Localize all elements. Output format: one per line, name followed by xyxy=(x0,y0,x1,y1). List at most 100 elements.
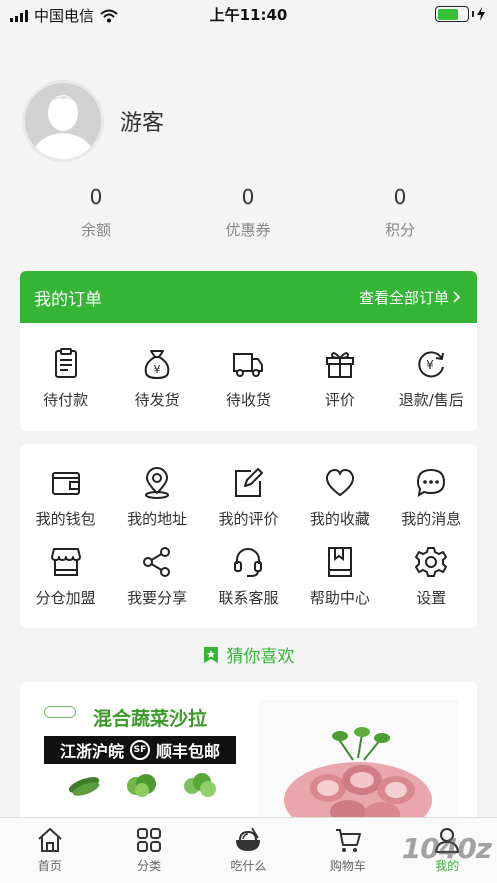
view-all-orders-link[interactable]: 查看全部订单 xyxy=(359,287,461,308)
product-grid: 混合蔬菜沙拉 江浙沪皖 SF 顺丰包邮 xyxy=(20,682,477,822)
profile-header[interactable]: 游客 xyxy=(22,80,164,162)
stat-label: 优惠券 xyxy=(225,221,271,239)
refund-icon: ¥ xyxy=(418,351,445,378)
settings-entry[interactable]: 设置 xyxy=(386,545,477,608)
order-pending-payment[interactable]: 待付款 xyxy=(20,347,111,410)
stat-label: 积分 xyxy=(384,221,415,239)
headset-icon xyxy=(234,548,263,577)
order-item-label: 待发货 xyxy=(134,391,180,409)
customer-service-entry[interactable]: 联系客服 xyxy=(203,545,294,608)
tab-what-to-eat[interactable]: 吃什么 xyxy=(199,818,298,883)
shipping-region: 江浙沪皖 xyxy=(59,742,124,761)
balance-stat[interactable]: 0 余额 xyxy=(20,185,172,240)
order-pending-receipt[interactable]: 待收货 xyxy=(203,347,294,410)
address-entry[interactable]: 我的地址 xyxy=(112,466,203,529)
tools-card: 我的钱包 我的地址 我的评价 我的收藏 我的消息 分仓加盟 我要分享 联系客服 … xyxy=(20,444,477,628)
tool-label: 我要分享 xyxy=(127,589,188,607)
orders-card: 我的订单 查看全部订单 待付款 ¥ 待发货 待收货 评价 ¥ 退款/售后 xyxy=(20,271,477,431)
order-item-label: 评价 xyxy=(324,391,355,409)
cart-icon xyxy=(335,829,361,852)
svg-text:¥: ¥ xyxy=(154,363,161,376)
nickname[interactable]: 游客 xyxy=(120,105,164,137)
lettuce-image xyxy=(127,774,156,797)
order-refund[interactable]: ¥ 退款/售后 xyxy=(386,347,477,410)
money-bag-icon: ¥ xyxy=(144,350,170,380)
shipping-label: 顺丰包邮 xyxy=(156,742,221,761)
tool-label: 我的消息 xyxy=(401,510,462,528)
favorites-entry[interactable]: 我的收藏 xyxy=(294,466,385,529)
wallet-entry[interactable]: 我的钱包 xyxy=(20,466,111,529)
heart-icon xyxy=(325,469,354,496)
tool-label: 我的评价 xyxy=(218,510,279,528)
clipboard-icon xyxy=(54,348,77,378)
meat-rolls-image xyxy=(258,700,458,822)
shipping-banner: 江浙沪皖 SF 顺丰包邮 xyxy=(44,736,236,764)
recommendations-title: 猜你喜欢 xyxy=(226,647,295,667)
grid-icon xyxy=(137,828,162,852)
tab-label: 吃什么 xyxy=(230,859,267,873)
tool-label: 帮助中心 xyxy=(309,589,370,607)
truck-icon xyxy=(233,353,264,377)
messages-entry[interactable]: 我的消息 xyxy=(386,466,477,529)
tab-label: 分类 xyxy=(137,859,162,873)
battery-icon xyxy=(435,6,469,22)
tool-label: 设置 xyxy=(416,589,447,607)
share-icon xyxy=(143,547,171,577)
order-review[interactable]: 评价 xyxy=(294,347,385,410)
message-icon xyxy=(417,468,446,497)
leafy-greens-image xyxy=(184,773,216,797)
stat-value: 0 xyxy=(393,185,407,209)
svg-text:¥: ¥ xyxy=(426,358,434,372)
tool-label: 我的钱包 xyxy=(35,510,96,528)
cucumber-image xyxy=(68,777,100,796)
account-stats: 0 余额 0 优惠券 0 积分 xyxy=(0,185,497,240)
gift-icon xyxy=(325,352,354,378)
coupon-stat[interactable]: 0 优惠券 xyxy=(172,185,324,240)
product-card-salad[interactable]: 混合蔬菜沙拉 江浙沪皖 SF 顺丰包邮 xyxy=(40,700,240,822)
edit-icon xyxy=(235,468,264,497)
tab-home[interactable]: 首页 xyxy=(0,818,99,883)
avatar[interactable] xyxy=(22,80,104,162)
tool-label: 我的地址 xyxy=(127,510,188,528)
view-all-label: 查看全部订单 xyxy=(358,288,449,307)
tool-label: 联系客服 xyxy=(218,589,279,607)
book-icon xyxy=(327,547,352,577)
gear-icon xyxy=(415,547,448,577)
wallet-icon xyxy=(51,472,80,495)
status-bar: 中国电信 上午11:40 xyxy=(0,0,497,28)
product-headline: 混合蔬菜沙拉 xyxy=(92,708,207,730)
home-icon xyxy=(38,828,62,852)
order-item-label: 待收货 xyxy=(225,391,271,409)
order-item-label: 退款/售后 xyxy=(398,391,464,409)
clock: 上午11:40 xyxy=(209,6,288,24)
tab-label: 首页 xyxy=(37,859,62,873)
bowl-icon xyxy=(236,827,261,851)
sf-express-logo: SF xyxy=(130,740,150,760)
orders-title: 我的订单 xyxy=(34,289,102,310)
help-center-entry[interactable]: 帮助中心 xyxy=(294,545,385,608)
site-watermark: 1040z xyxy=(401,832,492,865)
stat-value: 0 xyxy=(241,185,255,209)
order-item-label: 待付款 xyxy=(43,391,89,409)
share-entry[interactable]: 我要分享 xyxy=(112,545,203,608)
bookmark-star-icon xyxy=(203,646,218,663)
stat-label: 余额 xyxy=(80,221,111,239)
tab-category[interactable]: 分类 xyxy=(99,818,198,883)
stat-value: 0 xyxy=(89,185,103,209)
points-stat[interactable]: 0 积分 xyxy=(324,185,476,240)
tab-cart[interactable]: 购物车 xyxy=(298,818,397,883)
charging-icon xyxy=(477,7,485,21)
reviews-entry[interactable]: 我的评价 xyxy=(203,466,294,529)
default-avatar-icon xyxy=(25,83,101,159)
product-card-meat[interactable] xyxy=(258,700,458,822)
tool-label: 我的收藏 xyxy=(309,510,370,528)
chevron-right-icon xyxy=(453,291,461,303)
store-icon xyxy=(50,548,81,576)
tool-label: 分仓加盟 xyxy=(35,589,96,607)
recommendations-heading: 猜你喜欢 xyxy=(0,642,497,667)
order-pending-shipment[interactable]: ¥ 待发货 xyxy=(112,347,203,410)
franchise-entry[interactable]: 分仓加盟 xyxy=(20,545,111,608)
location-pin-icon xyxy=(145,467,170,499)
tab-label: 购物车 xyxy=(329,859,366,873)
orders-header: 我的订单 查看全部订单 xyxy=(20,271,477,323)
